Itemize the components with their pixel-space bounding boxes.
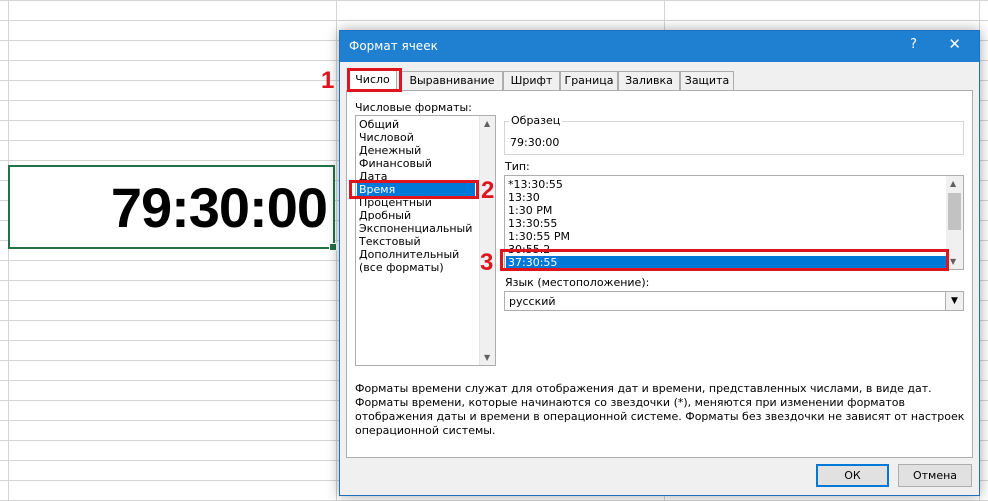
type-item[interactable]: 13:30 — [508, 191, 540, 204]
type-item[interactable]: 13:30:55 — [508, 217, 557, 230]
sample-group — [504, 121, 964, 155]
close-icon[interactable]: ✕ — [948, 35, 961, 53]
annotation-number: 2 — [481, 177, 495, 204]
list-item[interactable]: Экспоненциальный — [359, 222, 472, 235]
formats-listbox[interactable]: Общий Числовой Денежный Финансовый Дата … — [355, 115, 496, 366]
dialog-title: Формат ячеек — [349, 39, 438, 53]
sample-label: Образец — [509, 114, 563, 127]
format-description: Форматы времени служат для отображения д… — [355, 382, 965, 437]
tab-fill[interactable]: Заливка — [618, 71, 680, 90]
tab-font[interactable]: Шрифт — [503, 71, 560, 90]
scroll-up-icon[interactable]: ▲ — [484, 119, 490, 128]
list-item[interactable]: Общий — [359, 118, 399, 131]
list-item[interactable]: Финансовый — [359, 157, 432, 170]
ok-button[interactable]: ОК — [816, 464, 889, 487]
list-item[interactable]: Дробный — [359, 209, 411, 222]
help-icon[interactable]: ? — [910, 37, 917, 52]
type-item[interactable]: 1:30:55 PM — [508, 230, 570, 243]
cancel-button[interactable]: Отмена — [898, 464, 972, 487]
annotation-box-type — [500, 249, 949, 271]
list-item[interactable]: (все форматы) — [359, 261, 444, 274]
annotation-box-format — [349, 180, 479, 199]
scroll-up-icon[interactable]: ▲ — [950, 179, 956, 188]
formats-scrollbar[interactable]: ▲ ▼ — [479, 116, 495, 365]
list-item[interactable]: Текстовый — [359, 235, 421, 248]
type-label: Тип: — [505, 160, 530, 173]
sample-value: 79:30:00 — [510, 136, 560, 149]
tab-panel-number: Числовые форматы: Общий Числовой Денежны… — [346, 90, 973, 458]
list-item[interactable]: Денежный — [359, 144, 421, 157]
list-item[interactable]: Числовой — [359, 131, 414, 144]
language-label: Язык (местоположение): — [505, 276, 650, 289]
cell-value: 79:30:00 — [110, 176, 328, 239]
tab-border[interactable]: Граница — [560, 71, 618, 90]
tab-alignment[interactable]: Выравнивание — [401, 71, 503, 90]
formats-label: Числовые форматы: — [355, 101, 472, 114]
scroll-down-icon[interactable]: ▼ — [950, 257, 956, 266]
scroll-thumb[interactable] — [948, 193, 961, 230]
language-value: русский — [509, 295, 556, 308]
annotation-box-tab — [347, 68, 402, 92]
type-item[interactable]: 1:30 PM — [508, 204, 552, 217]
tab-protection[interactable]: Защита — [680, 71, 734, 90]
dialog-titlebar: Формат ячеек ? ✕ — [340, 31, 979, 62]
selected-cell[interactable]: 79:30:00 — [8, 165, 337, 251]
language-select[interactable]: русский ▼ — [504, 291, 964, 311]
dropdown-arrow-icon[interactable]: ▼ — [945, 292, 963, 310]
annotation-number: 3 — [480, 249, 494, 276]
scroll-down-icon[interactable]: ▼ — [484, 353, 490, 362]
list-item[interactable]: Дополнительный — [359, 248, 459, 261]
type-item[interactable]: *13:30:55 — [508, 178, 563, 191]
fill-handle[interactable] — [329, 243, 337, 251]
annotation-number: 1 — [321, 67, 335, 94]
